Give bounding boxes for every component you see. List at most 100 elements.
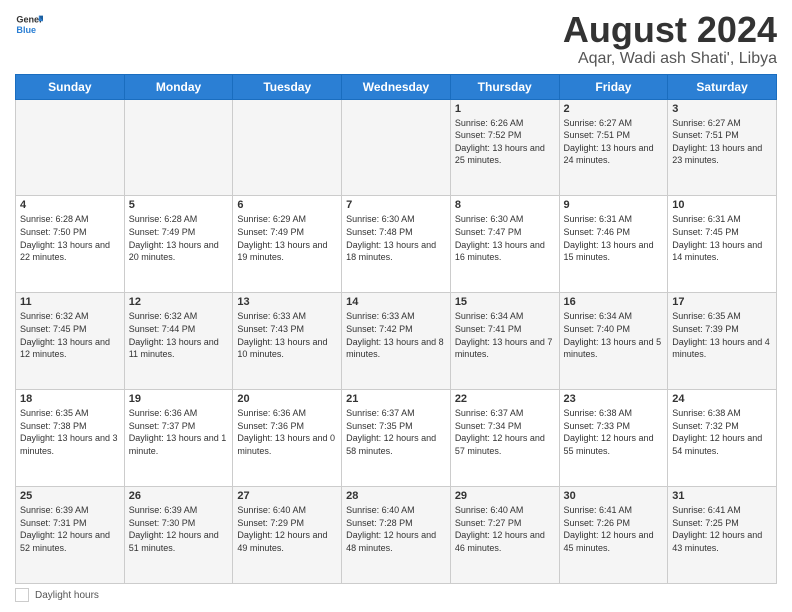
footer-label: Daylight hours	[35, 590, 99, 601]
calendar-cell: 21Sunrise: 6:37 AM Sunset: 7:35 PM Dayli…	[342, 390, 451, 487]
day-info: Sunrise: 6:39 AM Sunset: 7:31 PM Dayligh…	[20, 504, 120, 554]
calendar-cell: 3Sunrise: 6:27 AM Sunset: 7:51 PM Daylig…	[668, 99, 777, 196]
day-info: Sunrise: 6:35 AM Sunset: 7:39 PM Dayligh…	[672, 310, 772, 360]
calendar-cell: 5Sunrise: 6:28 AM Sunset: 7:49 PM Daylig…	[124, 196, 233, 293]
day-info: Sunrise: 6:38 AM Sunset: 7:32 PM Dayligh…	[672, 407, 772, 457]
day-info: Sunrise: 6:36 AM Sunset: 7:37 PM Dayligh…	[129, 407, 229, 457]
day-number: 20	[237, 393, 337, 405]
calendar-cell: 16 Sunrise: 6:34 AM Sunset: 7:40 PM Dayli…	[559, 293, 668, 390]
day-info: Sunrise: 6:40 AM Sunset: 7:28 PM Dayligh…	[346, 504, 446, 554]
calendar-cell: 24Sunrise: 6:38 AM Sunset: 7:32 PM Dayli…	[668, 390, 777, 487]
day-number: 14	[346, 296, 446, 308]
weekday-header-row: SundayMondayTuesdayWednesdayThursdayFrid…	[16, 74, 777, 99]
day-number: 17	[672, 296, 772, 308]
calendar-cell: 11 Sunrise: 6:32 AM Sunset: 7:45 PM Dayli…	[16, 293, 125, 390]
day-number: 30	[564, 490, 664, 502]
header: General Blue August 2024 Aqar, Wadi ash …	[15, 10, 777, 68]
day-number: 7	[346, 199, 446, 211]
week-row-4: 18 Sunrise: 6:35 AM Sunset: 7:38 PM Dayli…	[16, 390, 777, 487]
day-info: Sunrise: 6:40 AM Sunset: 7:29 PM Dayligh…	[237, 504, 337, 554]
day-info: Sunrise: 6:33 AM Sunset: 7:43 PM Dayligh…	[237, 310, 337, 360]
calendar-cell	[233, 99, 342, 196]
day-number: 19	[129, 393, 229, 405]
calendar-cell: 20 Sunrise: 6:36 AM Sunset: 7:36 PM Dayli…	[233, 390, 342, 487]
calendar-cell: 15 Sunrise: 6:34 AM Sunset: 7:41 PM Dayli…	[450, 293, 559, 390]
page: General Blue August 2024 Aqar, Wadi ash …	[0, 0, 792, 612]
day-number: 27	[237, 490, 337, 502]
day-info: Sunrise: 6:28 AM Sunset: 7:49 PM Dayligh…	[129, 213, 229, 263]
day-number: 10	[672, 199, 772, 211]
calendar-cell: 25 Sunrise: 6:39 AM Sunset: 7:31 PM Dayli…	[16, 487, 125, 584]
day-number: 29	[455, 490, 555, 502]
calendar-cell: 12Sunrise: 6:32 AM Sunset: 7:44 PM Dayli…	[124, 293, 233, 390]
footer: Daylight hours	[15, 588, 777, 602]
calendar-cell: 23 Sunrise: 6:38 AM Sunset: 7:33 PM Dayli…	[559, 390, 668, 487]
day-number: 2	[564, 103, 664, 115]
week-row-3: 11 Sunrise: 6:32 AM Sunset: 7:45 PM Dayli…	[16, 293, 777, 390]
day-info: Sunrise: 6:26 AM Sunset: 7:52 PM Dayligh…	[455, 117, 555, 167]
calendar-cell: 6 Sunrise: 6:29 AM Sunset: 7:49 PM Daylig…	[233, 196, 342, 293]
day-info: Sunrise: 6:40 AM Sunset: 7:27 PM Dayligh…	[455, 504, 555, 554]
calendar-cell: 28 Sunrise: 6:40 AM Sunset: 7:28 PM Dayli…	[342, 487, 451, 584]
calendar-cell: 19 Sunrise: 6:36 AM Sunset: 7:37 PM Dayli…	[124, 390, 233, 487]
day-number: 1	[455, 103, 555, 115]
svg-text:Blue: Blue	[16, 25, 36, 35]
day-info: Sunrise: 6:33 AM Sunset: 7:42 PM Dayligh…	[346, 310, 446, 360]
calendar-cell: 4 Sunrise: 6:28 AM Sunset: 7:50 PM Daylig…	[16, 196, 125, 293]
day-info: Sunrise: 6:29 AM Sunset: 7:49 PM Dayligh…	[237, 213, 337, 263]
logo: General Blue	[15, 10, 43, 38]
day-number: 31	[672, 490, 772, 502]
weekday-sunday: Sunday	[16, 74, 125, 99]
weekday-saturday: Saturday	[668, 74, 777, 99]
day-number: 11	[20, 296, 120, 308]
week-row-1: 1 Sunrise: 6:26 AM Sunset: 7:52 PM Daylig…	[16, 99, 777, 196]
weekday-monday: Monday	[124, 74, 233, 99]
day-number: 13	[237, 296, 337, 308]
day-number: 28	[346, 490, 446, 502]
day-info: Sunrise: 6:38 AM Sunset: 7:33 PM Dayligh…	[564, 407, 664, 457]
day-number: 6	[237, 199, 337, 211]
calendar-cell: 10 Sunrise: 6:31 AM Sunset: 7:45 PM Dayli…	[668, 196, 777, 293]
day-info: Sunrise: 6:30 AM Sunset: 7:47 PM Dayligh…	[455, 213, 555, 263]
day-info: Sunrise: 6:27 AM Sunset: 7:51 PM Dayligh…	[672, 117, 772, 167]
calendar-cell: 1 Sunrise: 6:26 AM Sunset: 7:52 PM Daylig…	[450, 99, 559, 196]
day-number: 15	[455, 296, 555, 308]
day-info: Sunrise: 6:28 AM Sunset: 7:50 PM Dayligh…	[20, 213, 120, 263]
day-number: 8	[455, 199, 555, 211]
day-info: Sunrise: 6:35 AM Sunset: 7:38 PM Dayligh…	[20, 407, 120, 457]
calendar-cell: 27 Sunrise: 6:40 AM Sunset: 7:29 PM Dayli…	[233, 487, 342, 584]
week-row-2: 4 Sunrise: 6:28 AM Sunset: 7:50 PM Daylig…	[16, 196, 777, 293]
day-info: Sunrise: 6:41 AM Sunset: 7:26 PM Dayligh…	[564, 504, 664, 554]
day-info: Sunrise: 6:39 AM Sunset: 7:30 PM Dayligh…	[129, 504, 229, 554]
weekday-tuesday: Tuesday	[233, 74, 342, 99]
day-info: Sunrise: 6:37 AM Sunset: 7:35 PM Dayligh…	[346, 407, 446, 457]
day-number: 12	[129, 296, 229, 308]
day-info: Sunrise: 6:30 AM Sunset: 7:48 PM Dayligh…	[346, 213, 446, 263]
day-number: 18	[20, 393, 120, 405]
calendar-cell: 13 Sunrise: 6:33 AM Sunset: 7:43 PM Dayli…	[233, 293, 342, 390]
day-info: Sunrise: 6:27 AM Sunset: 7:51 PM Dayligh…	[564, 117, 664, 167]
title-block: August 2024 Aqar, Wadi ash Shati', Libya	[563, 10, 777, 68]
day-info: Sunrise: 6:34 AM Sunset: 7:41 PM Dayligh…	[455, 310, 555, 360]
day-info: Sunrise: 6:31 AM Sunset: 7:45 PM Dayligh…	[672, 213, 772, 263]
day-number: 22	[455, 393, 555, 405]
day-info: Sunrise: 6:32 AM Sunset: 7:45 PM Dayligh…	[20, 310, 120, 360]
day-info: Sunrise: 6:31 AM Sunset: 7:46 PM Dayligh…	[564, 213, 664, 263]
calendar-cell: 7 Sunrise: 6:30 AM Sunset: 7:48 PM Daylig…	[342, 196, 451, 293]
calendar-cell	[124, 99, 233, 196]
location-title: Aqar, Wadi ash Shati', Libya	[563, 50, 777, 68]
calendar-cell: 30 Sunrise: 6:41 AM Sunset: 7:26 PM Dayli…	[559, 487, 668, 584]
weekday-wednesday: Wednesday	[342, 74, 451, 99]
day-number: 16	[564, 296, 664, 308]
day-number: 23	[564, 393, 664, 405]
day-number: 25	[20, 490, 120, 502]
day-info: Sunrise: 6:36 AM Sunset: 7:36 PM Dayligh…	[237, 407, 337, 457]
day-number: 4	[20, 199, 120, 211]
weekday-friday: Friday	[559, 74, 668, 99]
calendar-cell: 9Sunrise: 6:31 AM Sunset: 7:46 PM Daylig…	[559, 196, 668, 293]
calendar-cell	[342, 99, 451, 196]
calendar-cell: 14 Sunrise: 6:33 AM Sunset: 7:42 PM Dayli…	[342, 293, 451, 390]
day-info: Sunrise: 6:34 AM Sunset: 7:40 PM Dayligh…	[564, 310, 664, 360]
month-title: August 2024	[563, 10, 777, 50]
calendar-cell: 29 Sunrise: 6:40 AM Sunset: 7:27 PM Dayli…	[450, 487, 559, 584]
